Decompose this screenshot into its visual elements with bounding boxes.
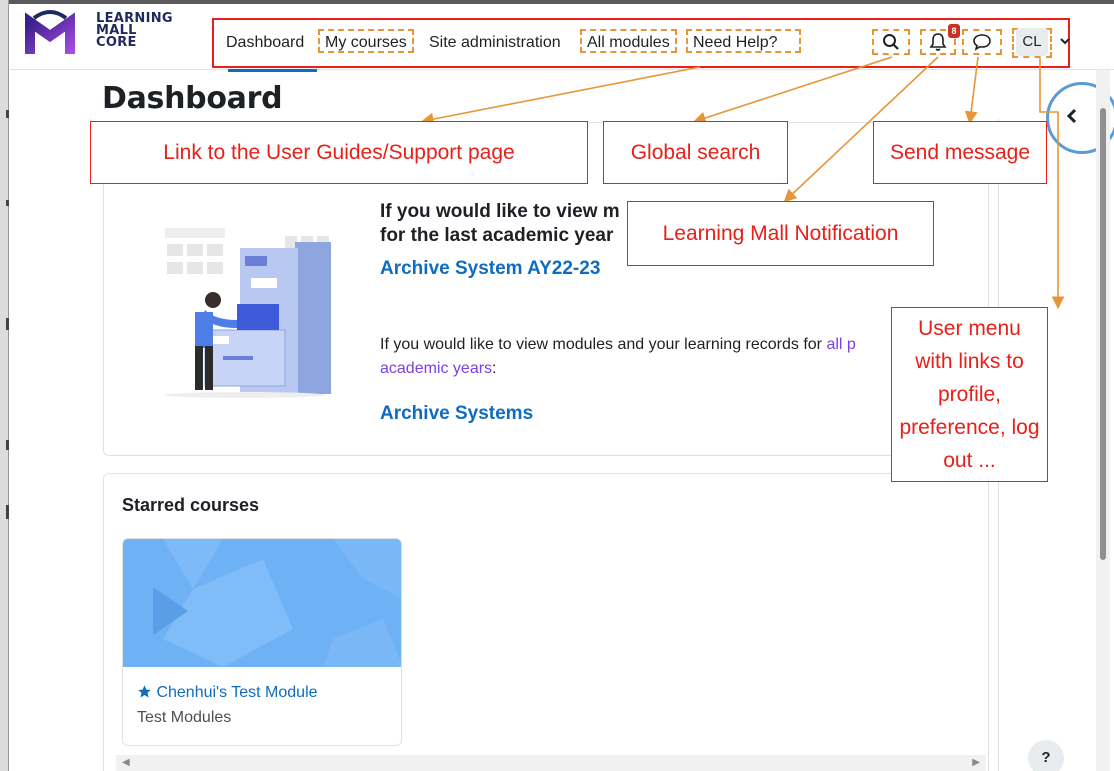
- nav-need-help[interactable]: Need Help?: [686, 29, 801, 53]
- chevron-down-icon: [1060, 38, 1070, 45]
- user-avatar[interactable]: CL: [1016, 28, 1048, 56]
- annotation-send-message: Send message: [873, 121, 1047, 184]
- archive-paragraph-line2: academic years:: [380, 360, 497, 377]
- nav-dashboard[interactable]: Dashboard: [221, 31, 309, 55]
- search-icon: [883, 34, 899, 50]
- search-button[interactable]: [872, 29, 910, 55]
- nav-all-modules[interactable]: All modules: [580, 29, 677, 53]
- course-card[interactable]: Chenhui's Test Module Test Modules: [122, 538, 402, 746]
- notification-count-badge: 8: [948, 24, 960, 38]
- page-title: Dashboard: [102, 81, 283, 116]
- annotation-user-guides: Link to the User Guides/Support page: [90, 121, 588, 184]
- messages-button[interactable]: [962, 29, 1002, 55]
- course-category: Test Modules: [137, 709, 232, 726]
- star-icon[interactable]: [137, 684, 152, 699]
- scroll-left-icon[interactable]: ◀: [122, 757, 130, 768]
- scroll-right-icon[interactable]: ▶: [972, 757, 980, 768]
- annotation-user-menu: User menu with links to profile, prefere…: [891, 307, 1048, 482]
- annotation-global-search: Global search: [603, 121, 788, 184]
- academic-years-link[interactable]: academic years: [380, 360, 492, 377]
- annotation-notification: Learning Mall Notification: [627, 201, 934, 266]
- all-previous-years-link[interactable]: all p: [826, 336, 855, 353]
- nav-site-administration[interactable]: Site administration: [424, 31, 566, 55]
- course-name-link[interactable]: Chenhui's Test Module: [137, 684, 318, 702]
- archive-paragraph: If you would like to view modules and yo…: [380, 336, 856, 353]
- chat-bubble-icon: [973, 34, 991, 51]
- nav-my-courses[interactable]: My courses: [318, 29, 414, 53]
- archive-system-ay22-23-link[interactable]: Archive System AY22-23: [380, 258, 600, 280]
- horizontal-scrollbar[interactable]: ◀ ▶: [116, 755, 986, 771]
- chevron-left-icon: [1064, 106, 1080, 126]
- vertical-scrollbar-thumb[interactable]: [1100, 108, 1106, 560]
- logo-mark-icon: [25, 10, 75, 54]
- user-menu-toggle[interactable]: [1058, 33, 1072, 49]
- window-left-edge: [0, 0, 9, 771]
- filing-cabinet-illustration: [145, 220, 345, 400]
- help-button[interactable]: ?: [1028, 740, 1064, 771]
- archive-systems-link[interactable]: Archive Systems: [380, 403, 533, 425]
- starred-courses-title: Starred courses: [122, 495, 260, 515]
- logo-wordmark: LEARNING MALL CORE: [96, 11, 173, 50]
- active-tab-indicator: [228, 69, 317, 72]
- course-banner-image: [123, 539, 401, 667]
- bell-icon: [929, 33, 947, 51]
